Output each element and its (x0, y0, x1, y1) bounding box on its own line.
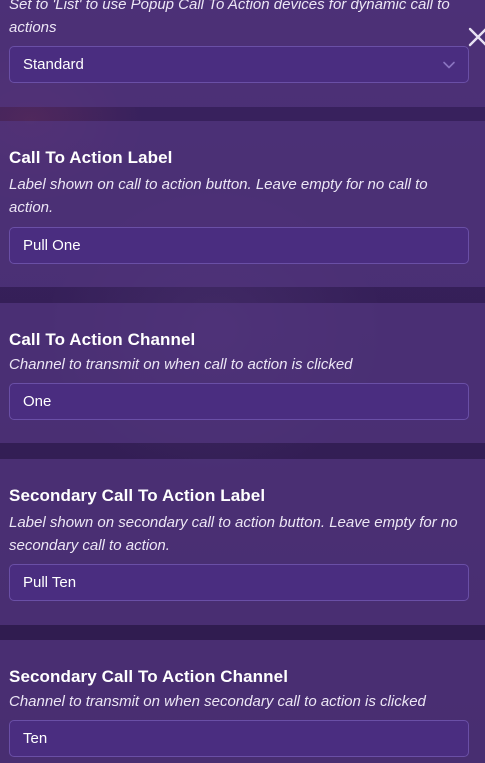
section-call-to-action-mode: Set to 'List' to use Popup Call To Actio… (0, 0, 485, 107)
section-description: Set to 'List' to use Popup Call To Actio… (9, 0, 450, 36)
input-value: Pull One (23, 237, 81, 254)
section-title: Call To Action Label (9, 148, 173, 167)
close-icon[interactable] (467, 24, 485, 50)
section-call-to-action-label: Call To Action Label Label shown on call… (0, 121, 485, 287)
section-description: Channel to transmit on when call to acti… (9, 356, 353, 373)
section-secondary-call-to-action-label: Secondary Call To Action Label Label sho… (0, 459, 485, 625)
chevron-down-icon (443, 61, 455, 69)
section-description: Channel to transmit on when secondary ca… (9, 693, 426, 710)
input-value: Pull Ten (23, 574, 77, 591)
section-title: Call To Action Channel (9, 330, 196, 349)
section-title: Secondary Call To Action Channel (9, 667, 289, 686)
section-call-to-action-channel: Call To Action Channel Channel to transm… (0, 303, 485, 443)
call-to-action-label-input[interactable]: Pull One (9, 227, 469, 264)
input-value: Ten (23, 730, 48, 747)
section-title: Secondary Call To Action Label (9, 486, 266, 505)
secondary-call-to-action-label-input[interactable]: Pull Ten (9, 564, 469, 601)
call-to-action-channel-input[interactable]: One (9, 383, 469, 420)
section-description: Label shown on call to action button. Le… (9, 176, 428, 216)
select-value: Standard (23, 56, 84, 73)
secondary-call-to-action-channel-input[interactable]: Ten (9, 720, 469, 757)
section-secondary-call-to-action-channel: Secondary Call To Action Channel Channel… (0, 640, 485, 763)
call-to-action-mode-select[interactable]: Standard (9, 46, 469, 83)
section-description: Label shown on secondary call to action … (9, 514, 458, 554)
input-value: One (23, 393, 52, 410)
